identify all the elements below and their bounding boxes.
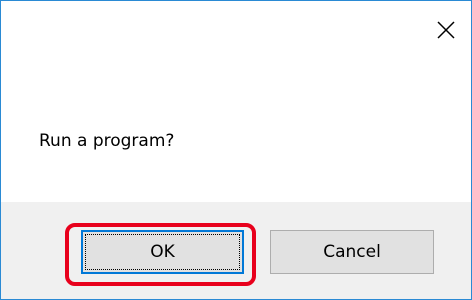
close-icon <box>437 21 455 39</box>
ok-button[interactable]: OK <box>81 230 244 274</box>
dialog-message: Run a program? <box>39 131 175 151</box>
focus-ring <box>85 234 240 270</box>
button-bar: OK Cancel <box>1 202 471 299</box>
run-program-dialog: Run a program? OK Cancel <box>0 0 472 300</box>
cancel-button[interactable]: Cancel <box>270 230 434 274</box>
dialog-content: Run a program? <box>1 57 471 202</box>
title-bar <box>1 1 471 57</box>
cancel-button-label: Cancel <box>323 242 381 262</box>
close-button[interactable] <box>423 1 471 57</box>
